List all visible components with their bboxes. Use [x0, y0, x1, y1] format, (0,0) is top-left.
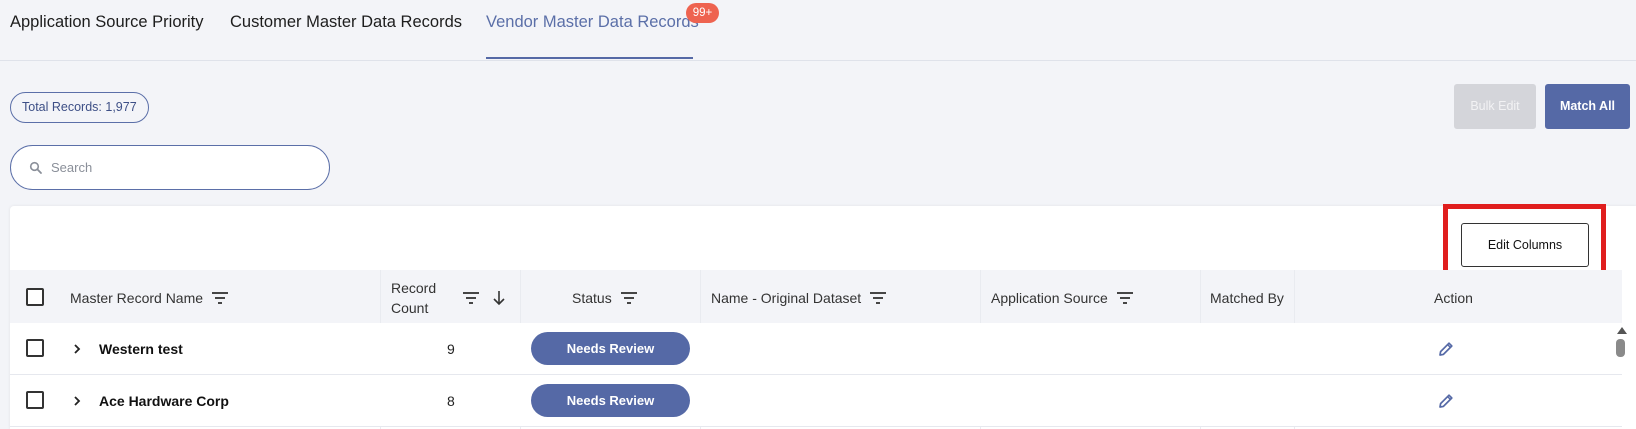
- status-badge[interactable]: Needs Review: [531, 384, 690, 417]
- table-row[interactable]: Western test 9 Needs Review: [10, 323, 1622, 375]
- table-row[interactable]: Ace Hardware Corp 8 Needs Review: [10, 375, 1622, 427]
- column-label: Status: [572, 289, 612, 306]
- filter-icon[interactable]: [462, 291, 480, 305]
- column-label: Action: [1434, 289, 1473, 306]
- pencil-icon[interactable]: [1437, 392, 1455, 410]
- column-header-record-count[interactable]: Record Count: [391, 270, 436, 325]
- active-tab-indicator: [486, 57, 693, 59]
- notification-badge: 99+: [686, 3, 719, 23]
- column-label: Application Source: [991, 289, 1108, 306]
- scrollbar-thumb[interactable]: [1616, 339, 1625, 357]
- column-label-line2: Count: [391, 299, 429, 316]
- sort-down-icon[interactable]: [492, 290, 506, 306]
- total-records-badge: Total Records: 1,977: [10, 92, 149, 123]
- chevron-right-icon[interactable]: [72, 343, 82, 355]
- search-input[interactable]: [51, 146, 321, 189]
- column-header-status[interactable]: Status: [572, 270, 638, 325]
- search-icon: [29, 161, 42, 174]
- scroll-up-arrow[interactable]: [1617, 327, 1627, 334]
- tab-application-source-priority[interactable]: Application Source Priority: [10, 13, 204, 32]
- column-label: Name - Original Dataset: [711, 289, 862, 306]
- master-record-name[interactable]: Ace Hardware Corp: [99, 375, 229, 427]
- column-header-name-original-dataset[interactable]: Name - Original Dataset: [711, 270, 887, 325]
- record-count: 9: [447, 341, 455, 357]
- bulk-edit-button[interactable]: Bulk Edit: [1454, 84, 1536, 129]
- select-all-checkbox[interactable]: [26, 288, 44, 306]
- row-checkbox[interactable]: [26, 339, 44, 357]
- filter-icon[interactable]: [869, 291, 887, 305]
- filter-icon[interactable]: [1116, 291, 1134, 305]
- status-badge[interactable]: Needs Review: [531, 332, 690, 365]
- record-count: 8: [447, 393, 455, 409]
- filter-icon[interactable]: [211, 291, 229, 305]
- column-label: Record: [391, 279, 437, 296]
- edit-columns-button[interactable]: Edit Columns: [1461, 223, 1589, 267]
- column-header-master-record-name[interactable]: Master Record Name: [70, 270, 229, 325]
- column-label: Matched By: [1210, 289, 1284, 306]
- master-record-name[interactable]: Western test: [99, 323, 183, 375]
- tab-customer-master-data-records[interactable]: Customer Master Data Records: [230, 13, 462, 32]
- pencil-icon[interactable]: [1437, 340, 1455, 358]
- table-header: Master Record Name Record Count Status N: [10, 270, 1622, 325]
- search-box: [10, 145, 330, 190]
- match-all-button[interactable]: Match All: [1545, 84, 1630, 129]
- column-label: Master Record Name: [70, 289, 204, 306]
- tab-vendor-master-data-records[interactable]: Vendor Master Data Records: [486, 13, 699, 32]
- row-checkbox[interactable]: [26, 391, 44, 409]
- column-header-action: Action: [1434, 270, 1473, 325]
- column-header-matched-by[interactable]: Matched By: [1210, 270, 1284, 325]
- filter-icon[interactable]: [620, 291, 638, 305]
- column-header-application-source[interactable]: Application Source: [991, 270, 1134, 325]
- record-count-controls: [454, 270, 506, 325]
- tab-bar: Application Source Priority Customer Mas…: [0, 0, 1636, 61]
- chevron-right-icon[interactable]: [72, 395, 82, 407]
